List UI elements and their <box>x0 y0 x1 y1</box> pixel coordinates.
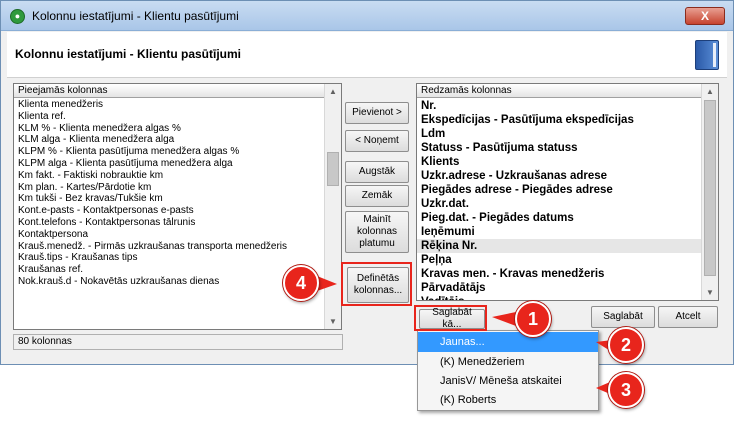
visible-columns-header: Redzamās kolonnas <box>417 84 718 98</box>
visible-column-item[interactable]: Uzkr.dat. <box>417 197 701 211</box>
defined-columns-highlight <box>341 262 412 306</box>
change-width-button[interactable]: Mainīt kolonnas platumu <box>345 211 409 253</box>
dropdown-item-roberts[interactable]: (K) Roberts <box>418 390 598 410</box>
column-count-status: 80 kolonnas <box>13 334 343 350</box>
visible-column-item[interactable]: Ieņēmumi <box>417 225 701 239</box>
callout-2: 2 <box>608 327 644 363</box>
available-column-item[interactable]: Krauš.tips - Kraušanas tips <box>14 252 324 264</box>
available-column-item[interactable]: Nok.krauš.d - Nokavētās uzkraušanas dien… <box>14 276 324 288</box>
available-column-item[interactable]: Kontaktpersona <box>14 229 324 241</box>
visible-column-item[interactable]: Pārvadātājs <box>417 281 701 295</box>
window-title: Kolonnu iestatījumi - Klientu pasūtījumi <box>32 9 239 23</box>
save-as-dropdown: Jaunas... (K) Menedžeriem JanisV/ Mēneša… <box>417 330 599 411</box>
change-width-label-3: platumu <box>359 238 395 249</box>
visible-column-item[interactable]: Rēķina Nr. <box>417 239 701 253</box>
available-column-item[interactable]: Km fakt. - Faktiski nobrauktie km <box>14 170 324 182</box>
callout-1: 1 <box>515 301 551 337</box>
available-columns-header: Pieejamās kolonnas <box>14 84 341 98</box>
visible-column-item[interactable]: Nr. <box>417 99 701 113</box>
available-column-item[interactable]: Krauš.menedž. - Pirmās uzkraušanas trans… <box>14 241 324 253</box>
available-column-item[interactable]: KLM % - Klienta menedžera algas % <box>14 123 324 135</box>
page-title: Kolonnu iestatījumi - Klientu pasūtījumi <box>15 47 242 61</box>
available-column-item[interactable]: KLPM % - Klienta pasūtījuma menedžera al… <box>14 146 324 158</box>
visible-columns-scrollbar[interactable]: ▲ ▼ <box>701 84 718 300</box>
available-column-item[interactable]: Kraušanas ref. <box>14 264 324 276</box>
available-columns-scrollbar[interactable]: ▲ ▼ <box>324 84 341 329</box>
dropdown-item-managers[interactable]: (K) Menedžeriem <box>418 352 598 372</box>
scroll-thumb[interactable] <box>327 152 339 186</box>
visible-column-item[interactable]: Uzkr.adrese - Uzkraušanas adrese <box>417 169 701 183</box>
change-width-label-2: kolonnas <box>356 226 398 237</box>
available-column-item[interactable]: Km plan. - Kartes/Pārdotie km <box>14 182 324 194</box>
remove-column-button[interactable]: < Noņemt <box>345 130 409 152</box>
available-column-item[interactable]: Klienta ref. <box>14 111 324 123</box>
dropdown-item-monthly-report[interactable]: JanisV/ Mēneša atskaitei <box>418 371 598 391</box>
available-column-item[interactable]: Km tukši - Bez kravas/Tukšie km <box>14 193 324 205</box>
available-column-item[interactable]: Kont.e-pasts - Kontaktpersonas e-pasts <box>14 205 324 217</box>
change-width-label-1: Mainīt <box>363 214 391 225</box>
available-column-item[interactable]: KLM alga - Klienta menedžera alga <box>14 134 324 146</box>
visible-column-item[interactable]: Klients <box>417 155 701 169</box>
available-column-item[interactable]: Klienta menedžeris <box>14 99 324 111</box>
visible-column-item[interactable]: Ldm <box>417 127 701 141</box>
header-panel: Kolonnu iestatījumi - Klientu pasūtījumi <box>7 32 727 78</box>
close-button[interactable]: X <box>685 7 725 25</box>
scroll-down-icon[interactable]: ▼ <box>325 314 341 329</box>
cancel-button[interactable]: Atcelt <box>658 306 718 328</box>
scroll-up-icon[interactable]: ▲ <box>325 84 341 99</box>
visible-column-item[interactable]: Peļņa <box>417 253 701 267</box>
book-icon <box>695 40 719 70</box>
visible-column-item[interactable]: Vadītājs <box>417 295 701 300</box>
app-logo-icon: ● <box>10 9 25 24</box>
visible-column-item[interactable]: Kravas men. - Kravas menedžeris <box>417 267 701 281</box>
scroll-thumb[interactable] <box>704 100 716 276</box>
save-button[interactable]: Saglabāt <box>591 306 655 328</box>
visible-column-item[interactable]: Statuss - Pasūtījuma statuss <box>417 141 701 155</box>
visible-columns-items: Nr. Ekspedīcijas - Pasūtījuma ekspedīcija… <box>417 99 701 300</box>
visible-column-item[interactable]: Pieg.dat. - Piegādes datums <box>417 211 701 225</box>
visible-column-item[interactable]: Ekspedīcijas - Pasūtījuma ekspedīcijas <box>417 113 701 127</box>
scroll-down-icon[interactable]: ▼ <box>702 285 718 300</box>
title-bar[interactable]: ● Kolonnu iestatījumi - Klientu pasūtīju… <box>1 1 733 31</box>
callout-4: 4 <box>283 265 319 301</box>
visible-column-item[interactable]: Piegādes adrese - Piegādes adrese <box>417 183 701 197</box>
available-column-item[interactable]: Kont.telefons - Kontaktpersonas tālrunis <box>14 217 324 229</box>
move-up-button[interactable]: Augstāk <box>345 161 409 183</box>
add-column-button[interactable]: Pievienot > <box>345 102 409 124</box>
save-as-highlight <box>414 305 487 331</box>
callout-3: 3 <box>608 372 644 408</box>
dropdown-item-new[interactable]: Jaunas... <box>418 332 598 352</box>
visible-columns-list[interactable]: Redzamās kolonnas Nr. Ekspedīcijas - Pasū… <box>416 83 719 301</box>
scroll-up-icon[interactable]: ▲ <box>702 84 718 99</box>
available-columns-items: Klienta menedžeris Klienta ref. KLM % - Kl… <box>14 99 324 329</box>
move-down-button[interactable]: Zemāk <box>345 185 409 207</box>
available-column-item[interactable]: KLPM alga - Klienta pasūtījuma menedžera… <box>14 158 324 170</box>
dialog-window: ● Kolonnu iestatījumi - Klientu pasūtīju… <box>0 0 734 365</box>
